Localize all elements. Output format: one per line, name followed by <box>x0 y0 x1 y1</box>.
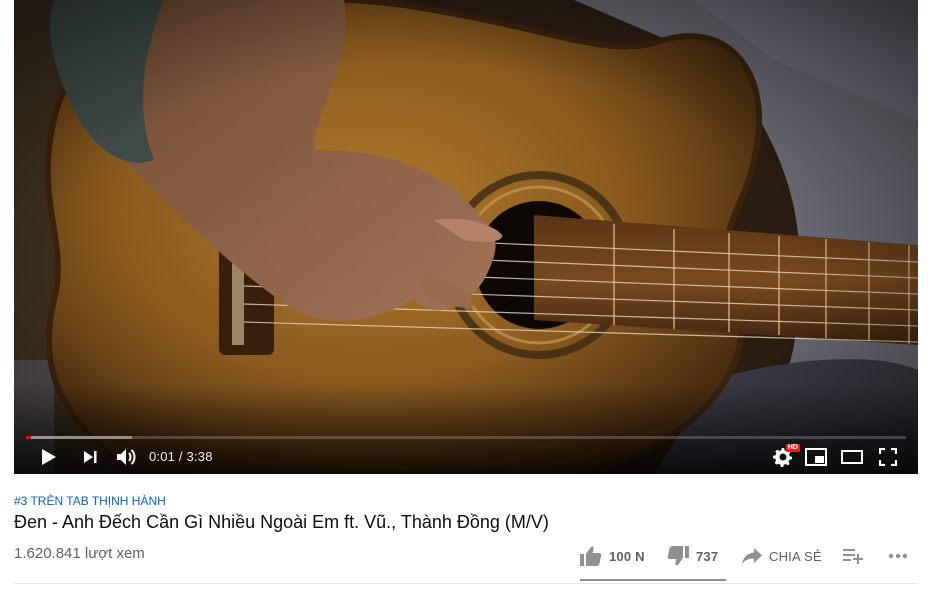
video-title: Đen - Anh Đếch Cần Gì Nhiều Ngoài Em ft.… <box>14 512 549 532</box>
mute-button[interactable] <box>114 444 138 470</box>
progress-bar[interactable] <box>26 436 906 439</box>
thumb-up-icon <box>580 546 602 566</box>
dislike-count: 737 <box>696 548 719 564</box>
current-time: 0:01 <box>149 449 176 464</box>
thumb-down-icon <box>667 546 689 566</box>
info-divider <box>14 583 918 584</box>
share-button[interactable]: CHIA SẺ <box>742 544 822 568</box>
play-icon <box>42 449 56 465</box>
more-actions-button[interactable] <box>888 544 908 568</box>
like-button[interactable]: 100 N <box>580 544 645 568</box>
time-separator: / <box>178 449 183 464</box>
theater-mode-button[interactable] <box>840 444 864 470</box>
progress-played <box>26 436 32 439</box>
fullscreen-icon <box>879 448 897 466</box>
dislike-button[interactable]: 737 <box>667 544 718 568</box>
miniplayer-button[interactable] <box>804 444 828 470</box>
settings-button[interactable]: HD <box>771 444 800 470</box>
trending-badge-link[interactable]: #3 TRÊN TAB THỊNH HÀNH <box>14 494 166 508</box>
more-horizontal-icon <box>888 553 908 559</box>
like-count: 100 N <box>609 548 645 564</box>
add-to-playlist-icon <box>843 549 863 564</box>
duration: 3:38 <box>186 449 213 464</box>
progress-buffered <box>26 436 132 439</box>
miniplayer-icon <box>805 448 827 466</box>
sentiment-bar-likes <box>580 579 725 581</box>
volume-icon <box>117 449 136 465</box>
save-to-playlist-button[interactable] <box>843 544 863 568</box>
view-count: 1.620.841 lượt xem <box>14 545 145 562</box>
video-player[interactable]: 0:01 / 3:38 HD <box>14 0 918 474</box>
theater-mode-icon <box>841 450 863 464</box>
share-arrow-icon <box>742 548 762 564</box>
play-button[interactable] <box>38 444 60 470</box>
next-button[interactable] <box>80 444 100 470</box>
time-display: 0:01 / 3:38 <box>149 449 213 465</box>
fullscreen-button[interactable] <box>876 444 900 470</box>
next-icon <box>84 451 97 463</box>
hd-badge: HD <box>785 444 800 452</box>
sentiment-bar <box>580 579 726 581</box>
share-label: CHIA SẺ <box>769 548 822 564</box>
